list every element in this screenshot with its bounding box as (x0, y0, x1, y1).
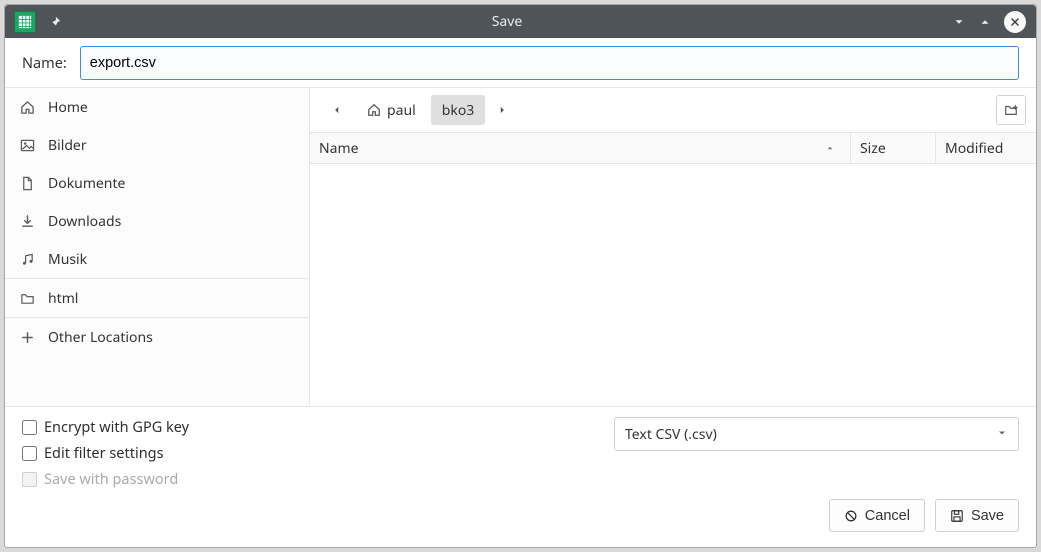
image-icon (19, 138, 35, 153)
save-password-checkbox: Save with password (22, 469, 189, 489)
sidebar-item-pictures[interactable]: Bilder (5, 126, 309, 164)
pin-icon[interactable] (48, 15, 62, 29)
path-forward-button[interactable] (489, 97, 515, 123)
checkbox-disabled-icon (22, 472, 37, 487)
breadcrumb-paul[interactable]: paul (356, 95, 427, 125)
file-browser: paul bko3 Name (310, 88, 1036, 406)
sidebar-item-home[interactable]: Home (5, 88, 309, 126)
save-dialog: Save Name: Home Bilder (4, 4, 1037, 548)
sidebar-item-label: Bilder (48, 136, 87, 155)
dialog-footer: Cancel Save (5, 494, 1036, 547)
options-row: Encrypt with GPG key Edit filter setting… (5, 406, 1036, 494)
filter-settings-checkbox[interactable]: Edit filter settings (22, 443, 189, 463)
download-icon (19, 214, 35, 229)
filename-input[interactable] (80, 46, 1019, 80)
maximize-button[interactable] (978, 15, 992, 29)
sidebar-item-label: Musik (48, 250, 87, 269)
breadcrumb-label: bko3 (442, 101, 475, 120)
breadcrumb-label: paul (387, 101, 416, 120)
column-size[interactable]: Size (851, 133, 936, 163)
filename-row: Name: (5, 38, 1036, 88)
sidebar-item-label: Dokumente (48, 174, 125, 193)
sidebar-item-label: Downloads (48, 212, 121, 231)
file-list[interactable] (310, 164, 1036, 406)
encrypt-checkbox[interactable]: Encrypt with GPG key (22, 417, 189, 437)
folder-icon (19, 291, 35, 306)
column-modified[interactable]: Modified (936, 133, 1036, 163)
path-back-button[interactable] (324, 97, 350, 123)
breadcrumb-bko3[interactable]: bko3 (431, 95, 486, 125)
path-bar: paul bko3 (310, 88, 1036, 132)
column-name[interactable]: Name (310, 133, 851, 163)
sidebar-item-music[interactable]: Musik (5, 240, 309, 278)
sidebar-item-html[interactable]: html (5, 279, 309, 317)
file-type-selected: Text CSV (.csv) (625, 425, 717, 444)
sidebar-item-label: Other Locations (48, 328, 153, 347)
document-icon (19, 176, 35, 191)
sidebar-item-label: Home (48, 98, 88, 117)
cancel-button[interactable]: Cancel (829, 499, 925, 532)
home-icon (367, 103, 381, 117)
save-button[interactable]: Save (935, 499, 1019, 532)
filename-label: Name: (22, 53, 67, 73)
sidebar-item-label: html (48, 289, 78, 308)
new-folder-button[interactable] (996, 95, 1026, 125)
plus-icon (19, 330, 35, 345)
sidebar-item-documents[interactable]: Dokumente (5, 164, 309, 202)
music-icon (19, 252, 35, 267)
file-list-header: Name Size Modified (310, 132, 1036, 164)
save-icon (950, 509, 964, 523)
sidebar-item-other-locations[interactable]: Other Locations (5, 318, 309, 356)
close-button[interactable] (1004, 11, 1026, 33)
home-icon (19, 100, 35, 115)
places-sidebar: Home Bilder Dokumente Downloads Musik (5, 88, 310, 406)
sort-ascending-icon (825, 139, 835, 158)
chevron-down-icon (996, 425, 1008, 444)
window-title: Save (62, 12, 952, 31)
titlebar: Save (5, 5, 1036, 38)
sidebar-item-downloads[interactable]: Downloads (5, 202, 309, 240)
file-type-select[interactable]: Text CSV (.csv) (614, 417, 1019, 451)
cancel-icon (844, 509, 858, 523)
app-icon (14, 11, 36, 33)
minimize-button[interactable] (952, 15, 966, 29)
